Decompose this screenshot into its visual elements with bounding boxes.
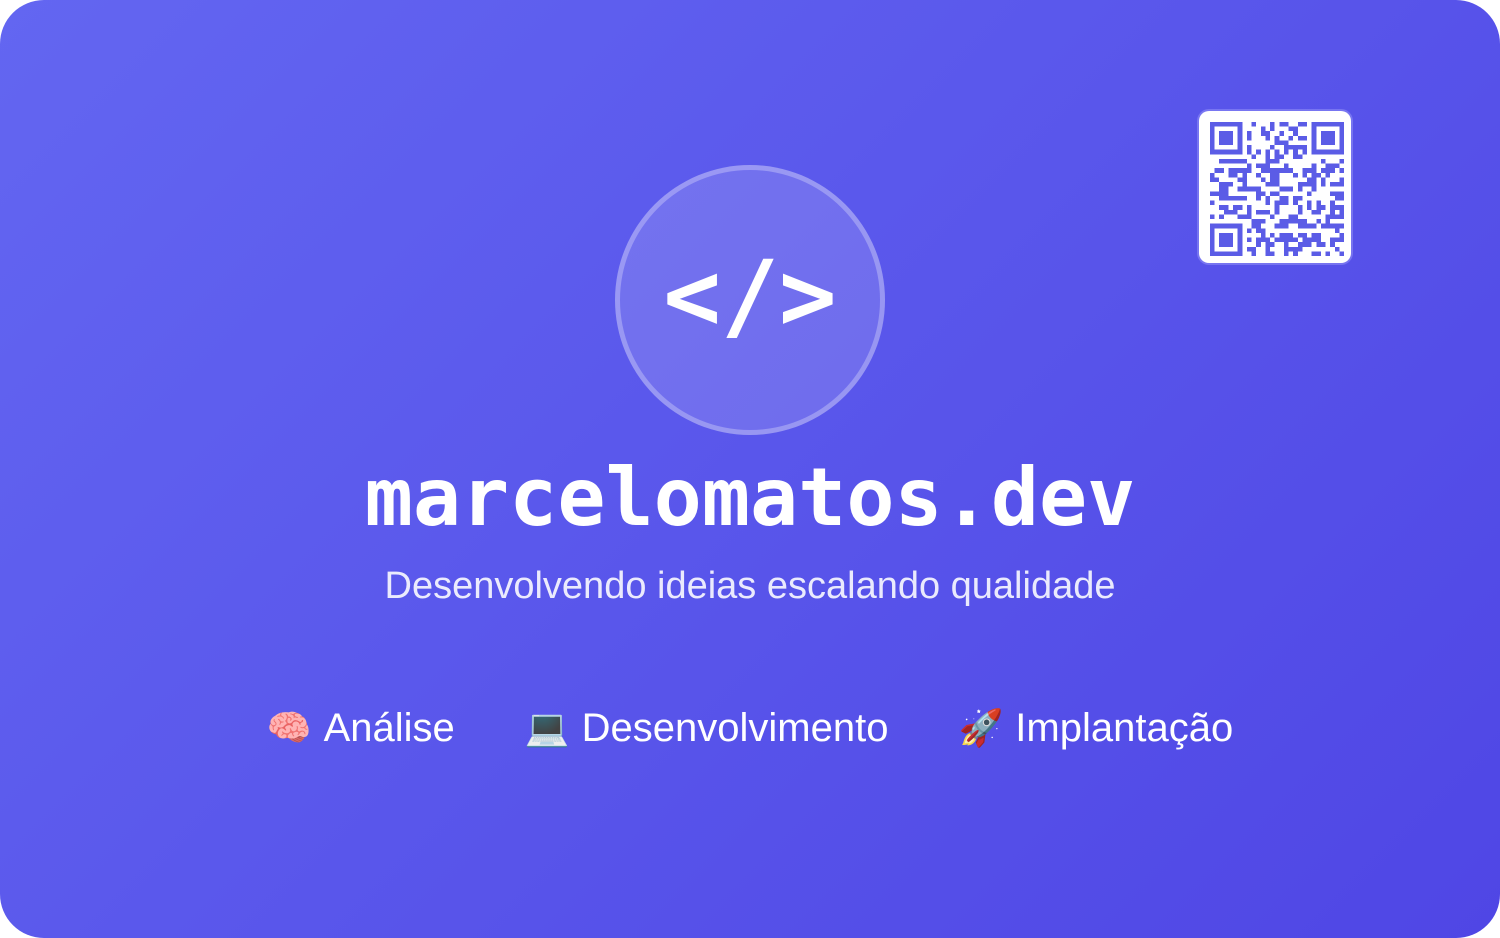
feature-implantacao: 🚀 Implantação [958, 700, 1233, 756]
feature-label: Desenvolvimento [581, 706, 889, 750]
business-card: </> marcelomatos.dev Desenvolvendo ideia… [0, 0, 1500, 938]
feature-label: Análise [323, 706, 455, 750]
qr-code [1199, 111, 1351, 263]
site-title: marcelomatos.dev [364, 451, 1136, 544]
laptop-icon: 💻 [524, 707, 570, 748]
logo-badge: </> [615, 165, 885, 435]
brain-icon: 🧠 [266, 707, 312, 748]
feature-label: Implantação [1015, 706, 1234, 750]
qr-code-icon [1210, 122, 1344, 256]
feature-desenvolvimento: 💻 Desenvolvimento [525, 700, 889, 756]
rocket-icon: 🚀 [958, 707, 1004, 748]
code-brackets-icon: </> [663, 240, 837, 352]
feature-analise: 🧠 Análise [267, 700, 455, 756]
feature-list: 🧠 Análise 💻 Desenvolvimento 🚀 Implantaçã… [0, 700, 1500, 756]
tagline: Desenvolvendo ideias escalando qualidade [384, 565, 1116, 607]
